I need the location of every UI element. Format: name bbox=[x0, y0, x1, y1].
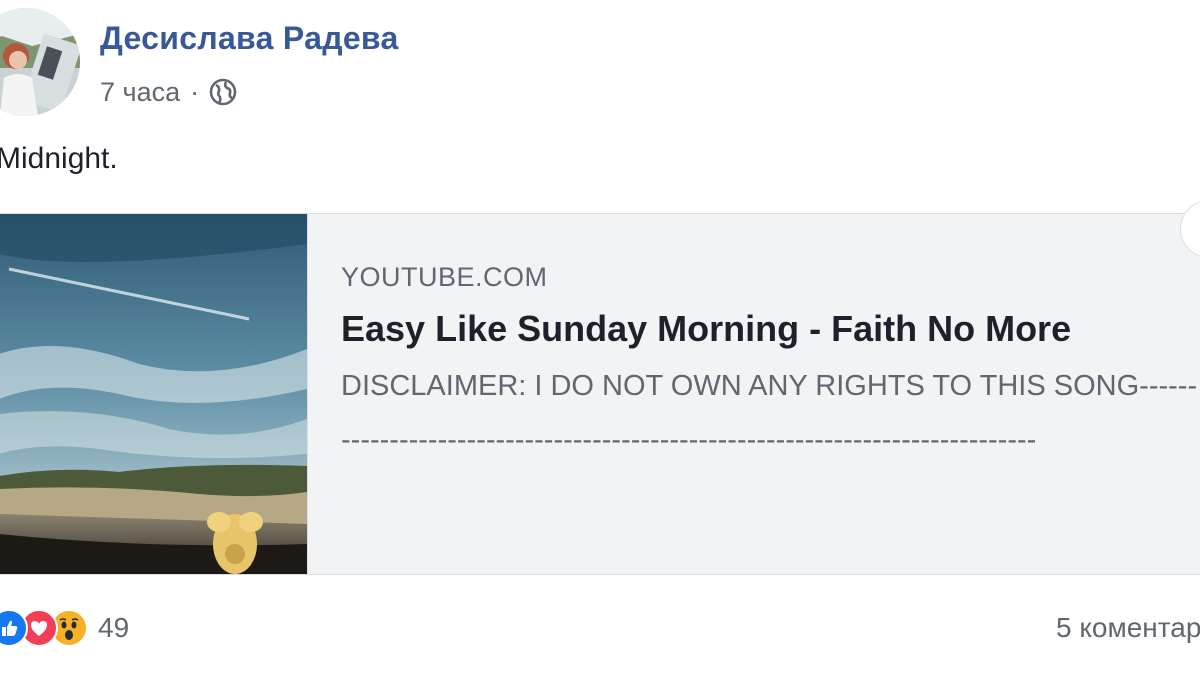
link-info: YOUTUBE.COM Easy Like Sunday Morning - F… bbox=[341, 262, 1200, 467]
like-icon bbox=[0, 609, 28, 647]
globe-icon[interactable] bbox=[207, 76, 239, 108]
video-thumbnail[interactable] bbox=[0, 214, 308, 574]
post-timestamp[interactable]: 7 часа bbox=[100, 77, 180, 108]
link-preview-card[interactable]: YOUTUBE.COM Easy Like Sunday Morning - F… bbox=[0, 213, 1200, 575]
reactions-summary[interactable]: 49 bbox=[0, 608, 129, 648]
meta-separator: · bbox=[190, 76, 200, 107]
link-title[interactable]: Easy Like Sunday Morning - Faith No More bbox=[341, 307, 1200, 351]
post-text: Midnight. bbox=[0, 142, 118, 175]
facebook-post: Десислава Радева 7 часа · Midnight. YOUT… bbox=[0, 0, 1200, 675]
post-meta: 7 часа · bbox=[100, 72, 239, 112]
comments-count[interactable]: 5 коментара bbox=[1056, 612, 1200, 644]
link-description: DISCLAIMER: I DO NOT OWN ANY RIGHTS TO T… bbox=[341, 370, 1198, 456]
link-domain: YOUTUBE.COM bbox=[341, 262, 548, 292]
author-avatar[interactable] bbox=[0, 8, 80, 116]
author-name[interactable]: Десислава Радева bbox=[100, 20, 399, 57]
reaction-count[interactable]: 49 bbox=[98, 612, 129, 644]
